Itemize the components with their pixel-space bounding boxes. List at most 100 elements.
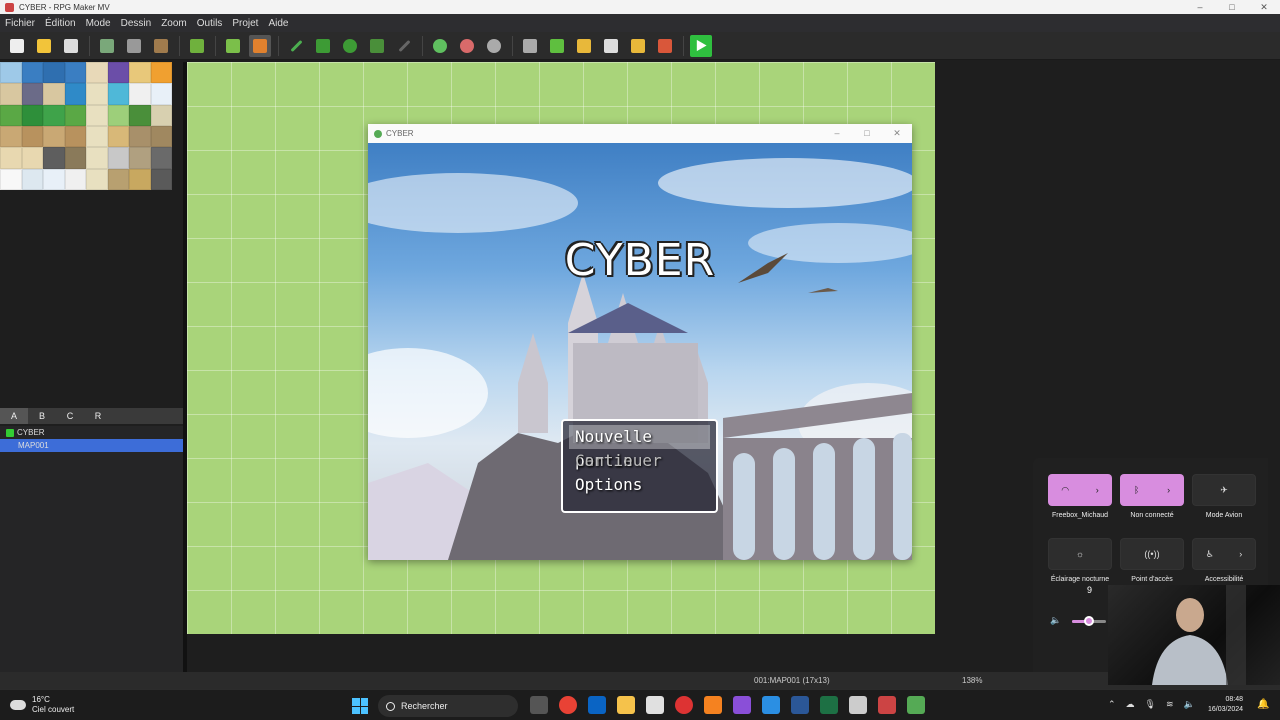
plugin-manager-button[interactable] [546, 35, 568, 57]
quick-setting-airplane[interactable]: ✈ [1192, 474, 1256, 506]
tile[interactable] [107, 126, 129, 148]
weather-widget[interactable]: 16°C Ciel couvert [10, 695, 74, 715]
chevron-right-icon[interactable]: › [1239, 549, 1242, 559]
undo-button[interactable] [186, 35, 208, 57]
start-button[interactable] [352, 698, 368, 714]
tile[interactable] [64, 168, 86, 190]
maximize-button[interactable]: □ [1216, 2, 1248, 13]
menu-projet[interactable]: Projet [227, 18, 263, 29]
character-generator-button[interactable] [654, 35, 676, 57]
tile[interactable] [43, 62, 65, 84]
tile[interactable] [86, 168, 108, 190]
tile[interactable] [43, 168, 65, 190]
tile[interactable] [150, 147, 172, 169]
tile[interactable] [107, 104, 129, 126]
tile[interactable] [129, 104, 151, 126]
tab-b[interactable]: B [28, 408, 56, 424]
tile[interactable] [43, 126, 65, 148]
close-button[interactable]: ✕ [1248, 2, 1280, 13]
tile[interactable] [0, 104, 22, 126]
title-screen[interactable]: CYBER Nouvelle partie Continuer Options [368, 143, 912, 560]
tab-r[interactable]: R [84, 408, 112, 424]
tile[interactable] [129, 83, 151, 105]
tile[interactable] [86, 147, 108, 169]
tile[interactable] [150, 83, 172, 105]
tree-project[interactable]: CYBER [0, 426, 184, 439]
tile[interactable] [64, 126, 86, 148]
onedrive-icon[interactable]: ☁ [1126, 699, 1135, 710]
tile[interactable] [0, 126, 22, 148]
game-close-button[interactable]: ✕ [882, 128, 912, 139]
tree-map-item[interactable]: MAP001 [0, 439, 184, 452]
vlc-icon[interactable] [704, 696, 722, 714]
sound-test-button[interactable] [573, 35, 595, 57]
rectangle-button[interactable] [312, 35, 334, 57]
excel-icon[interactable] [820, 696, 838, 714]
tile[interactable] [107, 83, 129, 105]
cut-button[interactable] [96, 35, 118, 57]
tile[interactable] [107, 168, 129, 190]
menu-aide[interactable]: Aide [263, 18, 293, 29]
tile[interactable] [43, 104, 65, 126]
quick-setting-accessibility[interactable]: ♿ › [1192, 538, 1256, 570]
taskbar-search[interactable]: Rechercher [378, 695, 518, 717]
copy-button[interactable] [123, 35, 145, 57]
microphone-icon[interactable]: 🎙 [1145, 699, 1156, 710]
tile[interactable] [150, 104, 172, 126]
volume-slider-thumb[interactable] [1084, 616, 1094, 626]
tile[interactable] [86, 104, 108, 126]
clock[interactable]: 08:48 16/03/2024 [1208, 695, 1243, 715]
tab-a[interactable]: A [0, 408, 28, 424]
quick-setting-brightness[interactable]: ☼ [1048, 538, 1112, 570]
tile[interactable] [64, 62, 86, 84]
tile[interactable] [129, 126, 151, 148]
tileset-palette[interactable] [0, 62, 172, 190]
menu-dessin[interactable]: Dessin [116, 18, 157, 29]
tile[interactable] [150, 168, 172, 190]
volume-tray-icon[interactable]: 🔈 [1184, 699, 1195, 710]
chevron-right-icon[interactable]: › [1096, 485, 1099, 495]
vscode-icon[interactable] [762, 696, 780, 714]
paste-button[interactable] [150, 35, 172, 57]
quick-setting-wifi[interactable]: ◠ › [1048, 474, 1112, 506]
actual-size-button[interactable] [483, 35, 505, 57]
tile[interactable] [21, 147, 43, 169]
notification-icon[interactable]: 🔔 [1257, 699, 1269, 710]
pencil-button[interactable] [285, 35, 307, 57]
resource-manager-button[interactable] [627, 35, 649, 57]
opera-icon[interactable] [675, 696, 693, 714]
tile[interactable] [0, 83, 22, 105]
tile[interactable] [129, 168, 151, 190]
tile[interactable] [21, 62, 43, 84]
file-explorer-icon[interactable] [617, 696, 635, 714]
tile[interactable] [107, 147, 129, 169]
tile[interactable] [86, 83, 108, 105]
chrome-icon[interactable] [559, 696, 577, 714]
menu-continue[interactable]: Continuer [569, 449, 710, 473]
game-maximize-button[interactable]: □ [852, 128, 882, 139]
outlook-icon[interactable] [588, 696, 606, 714]
tile[interactable] [43, 83, 65, 105]
minimize-button[interactable]: – [1184, 2, 1216, 13]
tile[interactable] [64, 104, 86, 126]
tile[interactable] [86, 126, 108, 148]
word-icon[interactable] [791, 696, 809, 714]
speaker-icon[interactable]: 🔈 [1050, 615, 1061, 626]
tile[interactable] [64, 147, 86, 169]
tile[interactable] [21, 168, 43, 190]
menu-options[interactable]: Options [569, 473, 710, 497]
tile[interactable] [107, 62, 129, 84]
tab-c[interactable]: C [56, 408, 84, 424]
tile[interactable] [21, 126, 43, 148]
store-icon[interactable] [646, 696, 664, 714]
new-project-button[interactable] [6, 35, 28, 57]
menu-new-game[interactable]: Nouvelle partie [569, 425, 710, 470]
notepad-icon[interactable] [849, 696, 867, 714]
menu-zoom[interactable]: Zoom [156, 18, 192, 29]
map-mode-button[interactable] [222, 35, 244, 57]
game-taskbar-icon[interactable] [907, 696, 925, 714]
quick-setting-hotspot[interactable]: ((•)) [1120, 538, 1184, 570]
task-view-icon[interactable] [530, 696, 548, 714]
shadow-pen-button[interactable] [393, 35, 415, 57]
event-mode-button[interactable] [249, 34, 271, 57]
